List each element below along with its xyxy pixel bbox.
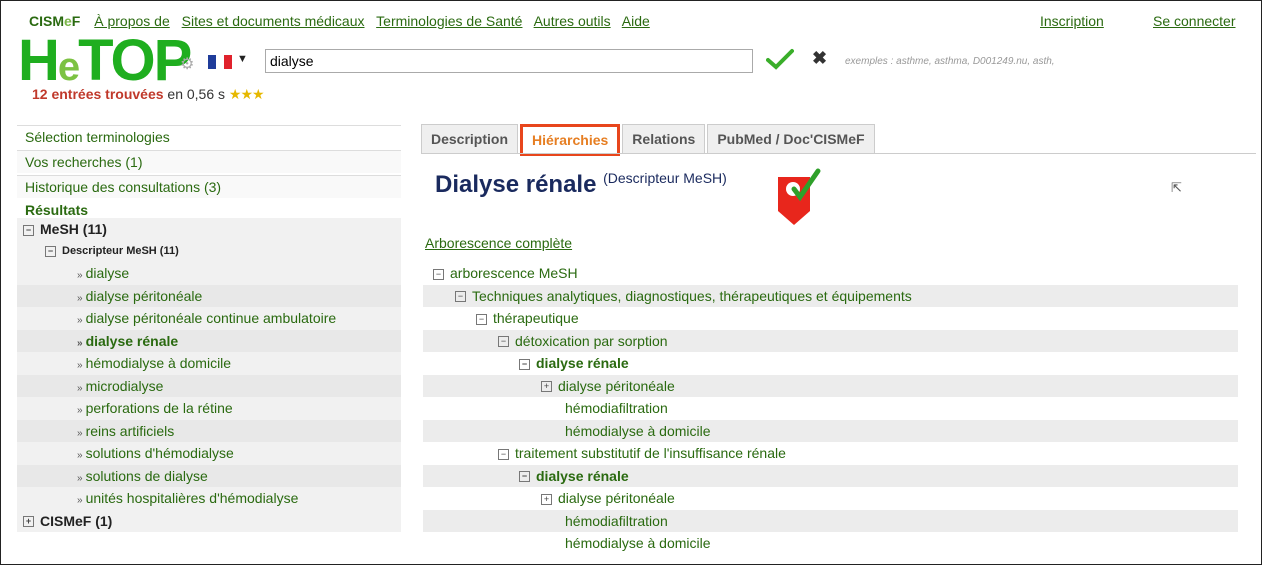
tab-relations[interactable]: Relations: [622, 124, 706, 153]
hierarchy-node[interactable]: + dialyse péritonéale: [423, 487, 1238, 510]
sidebar-item-selection[interactable]: Sélection terminologies: [17, 125, 401, 148]
arrow-icon: »: [77, 382, 83, 394]
result-reins-artificiels[interactable]: » reins artificiels: [17, 419, 401, 442]
collapse-icon[interactable]: −: [498, 336, 509, 348]
search-time: en 0,56 s: [167, 86, 226, 102]
concept-type: (Descripteur MeSH): [603, 170, 727, 186]
hierarchy-node-current[interactable]: − dialyse rénale: [423, 352, 1238, 375]
collapse-icon[interactable]: −: [455, 291, 466, 303]
results-heading: Résultats: [25, 202, 89, 218]
search-examples: exemples : asthme, asthma, D001249.nu, a…: [845, 56, 1055, 67]
inscription-link[interactable]: Inscription: [1040, 13, 1104, 29]
result-dialyse-peritoneale[interactable]: » dialyse péritonéale: [17, 284, 401, 307]
tab-bar: Description Hiérarchies Relations PubMed…: [421, 124, 877, 156]
hierarchy-node[interactable]: − traitement substitutif de l'insuffisanc…: [423, 442, 1238, 465]
arrow-icon: »: [77, 270, 83, 281]
result-dpca[interactable]: » dialyse péritonéale continue ambulatoir…: [17, 307, 401, 330]
collapse-icon[interactable]: −: [498, 448, 509, 460]
nav-link-sites[interactable]: Sites et documents médicaux: [182, 13, 365, 29]
validated-badge-icon: [776, 167, 822, 230]
sidebar-item-recherches[interactable]: Vos recherches (1): [17, 150, 401, 173]
entries-found: 12 entrées trouvées: [32, 86, 164, 102]
arrow-icon: »: [77, 360, 83, 371]
nav-link-terminologies[interactable]: Terminologies de Santé: [376, 13, 522, 29]
hierarchy-node[interactable]: − arborescence MeSH: [423, 262, 1238, 285]
collapse-icon[interactable]: −: [45, 245, 56, 257]
result-microdialyse[interactable]: » microdialyse: [17, 374, 401, 397]
hetop-logo[interactable]: HeTOP: [18, 32, 192, 94]
concept-name: Dialyse rénale: [435, 171, 597, 198]
tab-pubmed[interactable]: PubMed / Doc'CISMeF: [707, 124, 875, 153]
page-title: Dialyse rénale (Descripteur MeSH): [435, 170, 727, 199]
result-dialyse[interactable]: » dialyse: [17, 262, 401, 285]
expand-icon[interactable]: +: [541, 493, 552, 505]
chevron-down-icon[interactable]: ▼: [237, 53, 248, 65]
result-perforations[interactable]: » perforations de la rétine: [17, 397, 401, 420]
tree-node-mesh[interactable]: − MeSH (11): [17, 218, 401, 240]
top-nav: CISMeF À propos de Sites et documents mé…: [29, 13, 1252, 31]
hierarchy-node[interactable]: − détoxication par sorption: [423, 329, 1238, 352]
external-link-icon[interactable]: ⇱: [1171, 180, 1182, 196]
tab-description[interactable]: Description: [421, 124, 519, 153]
close-icon[interactable]: ✖: [812, 48, 827, 69]
arrow-icon: »: [77, 292, 83, 304]
hierarchy-node[interactable]: hémodialyse à domicile: [423, 532, 1238, 555]
tab-divider: [421, 153, 1256, 154]
collapse-icon[interactable]: −: [23, 224, 34, 236]
arrow-icon: »: [77, 405, 83, 416]
rating-stars: ★★★: [228, 86, 265, 102]
collapse-icon[interactable]: −: [433, 268, 444, 280]
checkmark-icon[interactable]: [766, 48, 794, 73]
full-tree-link[interactable]: Arborescence complète: [425, 235, 572, 251]
result-hemodialyse-domicile[interactable]: » hémodialyse à domicile: [17, 352, 401, 375]
hierarchy-tree: − arborescence MeSH − Techniques analytiqu…: [423, 262, 1238, 555]
french-flag-icon[interactable]: [208, 55, 232, 69]
arrow-icon: »: [77, 495, 83, 506]
hierarchy-node[interactable]: − Techniques analytiques, diagnostiques, …: [423, 284, 1238, 307]
arrow-icon: »: [77, 472, 83, 484]
tree-node-cismef[interactable]: + CISMeF (1): [17, 509, 401, 532]
result-solutions-dialyse[interactable]: » solutions de dialyse: [17, 464, 401, 487]
collapse-icon[interactable]: −: [519, 471, 530, 483]
nav-link-apropos[interactable]: À propos de: [94, 13, 170, 29]
sidebar: Sélection terminologies Vos recherches (…: [17, 125, 401, 532]
nav-link-outils[interactable]: Autres outils: [534, 13, 611, 29]
tree-node-descripteur[interactable]: − Descripteur MeSH (11): [17, 240, 401, 262]
login-link[interactable]: Se connecter: [1153, 13, 1236, 29]
cismef-brand[interactable]: CISMeF: [29, 13, 80, 29]
collapse-icon[interactable]: −: [519, 358, 530, 370]
hierarchy-node[interactable]: + dialyse péritonéale: [423, 374, 1238, 397]
nav-link-aide[interactable]: Aide: [622, 13, 650, 29]
arrow-icon: »: [77, 337, 83, 349]
arrow-icon: »: [77, 450, 83, 461]
result-dialyse-renale[interactable]: » dialyse rénale: [17, 329, 401, 352]
result-count: 12 entrées trouvées en 0,56 s ★★★: [32, 86, 265, 103]
tab-hierarchies[interactable]: Hiérarchies: [520, 124, 621, 156]
arrow-icon: »: [77, 315, 83, 326]
hierarchy-node[interactable]: hémodialyse à domicile: [423, 419, 1238, 442]
arrow-icon: »: [77, 427, 83, 439]
expand-icon[interactable]: +: [541, 381, 552, 393]
gear-icon[interactable]: ⚙: [180, 54, 194, 74]
search-input[interactable]: [265, 49, 753, 73]
sidebar-item-historique[interactable]: Historique des consultations (3): [17, 175, 401, 198]
hierarchy-node[interactable]: − thérapeutique: [423, 307, 1238, 330]
hierarchy-node[interactable]: hémodiafiltration: [423, 509, 1238, 532]
expand-icon[interactable]: +: [23, 516, 34, 528]
result-unites-hospitalieres[interactable]: » unités hospitalières d'hémodialyse: [17, 487, 401, 510]
result-solutions-hemodialyse[interactable]: » solutions d'hémodialyse: [17, 442, 401, 465]
hierarchy-node-current[interactable]: − dialyse rénale: [423, 464, 1238, 487]
collapse-icon[interactable]: −: [476, 313, 487, 325]
hierarchy-node[interactable]: hémodiafiltration: [423, 397, 1238, 420]
